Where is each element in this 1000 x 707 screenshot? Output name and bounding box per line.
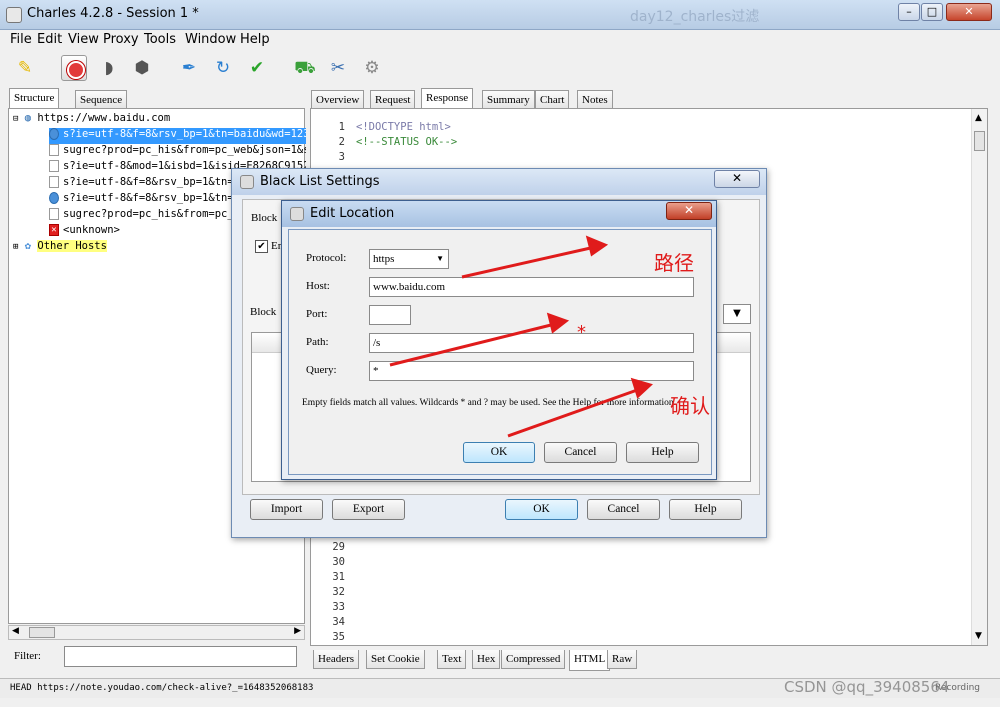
arrow-head [585,235,609,257]
arrow-path [461,245,596,279]
arrow-head [546,312,570,334]
annotation-star: * [577,322,586,343]
arrow-head [630,377,653,399]
arrow-star [389,322,556,367]
annotation-confirm: 确认 [670,394,710,418]
annotation-arrows [389,235,653,438]
arrow-confirm [507,387,641,438]
csdn-watermark: CSDN @qq_39408564 [784,678,950,696]
annotation-path: 路径 [654,251,694,275]
